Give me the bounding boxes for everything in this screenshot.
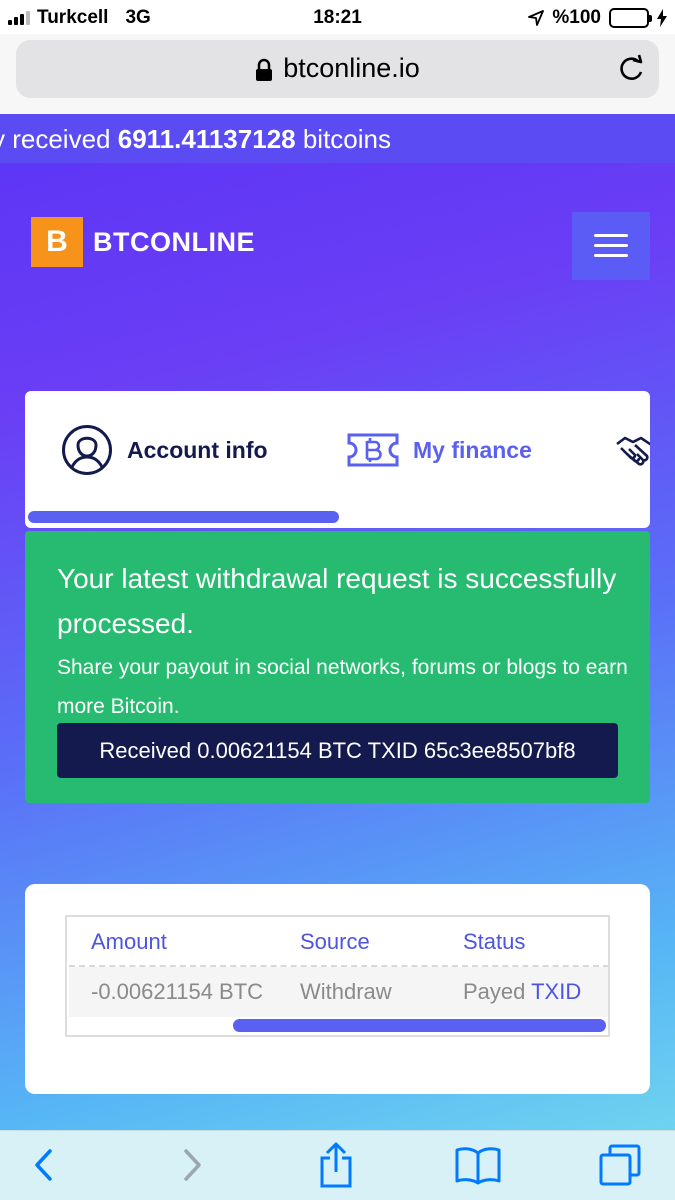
- bitcoin-logo-icon: B: [31, 217, 83, 267]
- bookmarks-icon[interactable]: [454, 1143, 502, 1187]
- back-icon[interactable]: [20, 1143, 68, 1187]
- status-bar-left: Turkcell 3G: [8, 7, 151, 29]
- url-text: btconline.io: [283, 53, 420, 83]
- cell-status: Payed TXID: [463, 979, 581, 1005]
- bitcoin-ticket-icon: [347, 433, 399, 467]
- logo-mark-letter: B: [46, 225, 68, 258]
- notice-subtitle: Share your payout in social networks, fo…: [57, 656, 628, 718]
- tab-my-finance[interactable]: My finance: [347, 391, 532, 509]
- tab-account-info-label: Account info: [127, 436, 268, 463]
- lock-icon: [256, 58, 273, 81]
- battery-percent: %100: [552, 7, 601, 28]
- txid-box[interactable]: Received 0.00621154 BTC TXID 65c3ee8507b…: [57, 723, 618, 778]
- site-logo[interactable]: B BTCONLINE: [31, 217, 255, 267]
- table-scrollbar[interactable]: [233, 1019, 606, 1032]
- network-label: 3G: [125, 7, 151, 28]
- tab-account-info[interactable]: Account info: [61, 391, 268, 509]
- active-tab-indicator: [28, 511, 339, 523]
- address-bar[interactable]: btconline.io: [16, 40, 659, 98]
- handshake-icon: [616, 436, 650, 466]
- transactions-table: Amount Source Status -0.00621154 BTC Wit…: [65, 915, 610, 1037]
- carrier-label: Turkcell: [37, 7, 109, 28]
- transactions-card: Amount Source Status -0.00621154 BTC Wit…: [25, 884, 650, 1094]
- cell-amount: -0.00621154 BTC: [91, 979, 264, 1004]
- cell-source: Withdraw: [300, 979, 392, 1004]
- column-header-source: Source: [300, 929, 370, 954]
- txid-link[interactable]: TXID: [531, 979, 581, 1004]
- status-bar: Turkcell 3G 18:21 %100: [0, 0, 675, 34]
- ticker-prefix: y received: [0, 124, 118, 154]
- tab-my-finance-label: My finance: [413, 436, 532, 463]
- tab-partners[interactable]: [615, 391, 650, 509]
- address-text-row: btconline.io: [16, 53, 659, 84]
- web-page: y received 6911.41137128 bitcoins B BTCO…: [0, 114, 675, 1130]
- browser-toolbar: [0, 1130, 675, 1200]
- reload-icon[interactable]: [617, 54, 645, 84]
- column-header-amount: Amount: [91, 929, 167, 954]
- browser-address-area: btconline.io: [0, 34, 675, 114]
- payout-ticker: y received 6911.41137128 bitcoins: [0, 114, 675, 163]
- logo-text: BTCONLINE: [93, 226, 255, 257]
- status-text: Payed: [463, 979, 526, 1004]
- battery-icon: [609, 8, 652, 28]
- column-header-status: Status: [463, 929, 526, 954]
- ticker-suffix: bitcoins: [295, 124, 391, 154]
- ticker-text: y received 6911.41137128 bitcoins: [0, 124, 391, 155]
- forward-icon[interactable]: [168, 1143, 216, 1187]
- notice-title: Your latest withdrawal request is succes…: [57, 563, 617, 639]
- share-icon[interactable]: [312, 1142, 360, 1188]
- signal-icon: [8, 11, 30, 25]
- user-circle-icon: [62, 425, 112, 475]
- account-tabs: Account info My finance: [25, 391, 650, 528]
- tabs-icon[interactable]: [596, 1143, 644, 1187]
- hamburger-menu-icon[interactable]: [572, 212, 650, 280]
- ticker-amount: 6911.41137128: [117, 124, 296, 154]
- location-arrow-icon: [528, 10, 545, 26]
- status-bar-right: %100: [528, 7, 667, 29]
- charging-bolt-icon: [657, 9, 667, 27]
- withdrawal-success-notice: Your latest withdrawal request is succes…: [25, 531, 650, 803]
